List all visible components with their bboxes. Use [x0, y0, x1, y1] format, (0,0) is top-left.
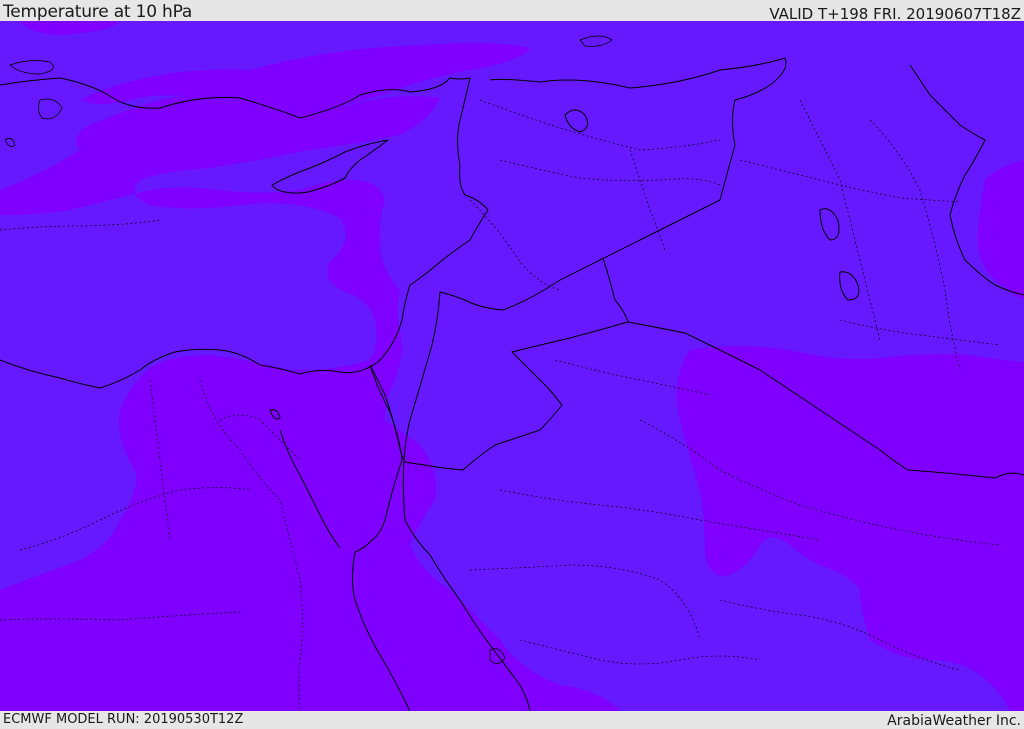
header-bar: Temperature at 10 hPa VALID T+198 FRI. 2… — [0, 0, 1024, 23]
map-canvas[interactable] — [0, 21, 1024, 711]
footer-bar: ECMWF MODEL RUN: 20190530T12Z ArabiaWeat… — [0, 711, 1024, 729]
credit-label: ArabiaWeather Inc. — [887, 713, 1021, 729]
model-run-label: ECMWF MODEL RUN: 20190530T12Z — [3, 712, 244, 727]
map-title: Temperature at 10 hPa — [3, 2, 193, 22]
